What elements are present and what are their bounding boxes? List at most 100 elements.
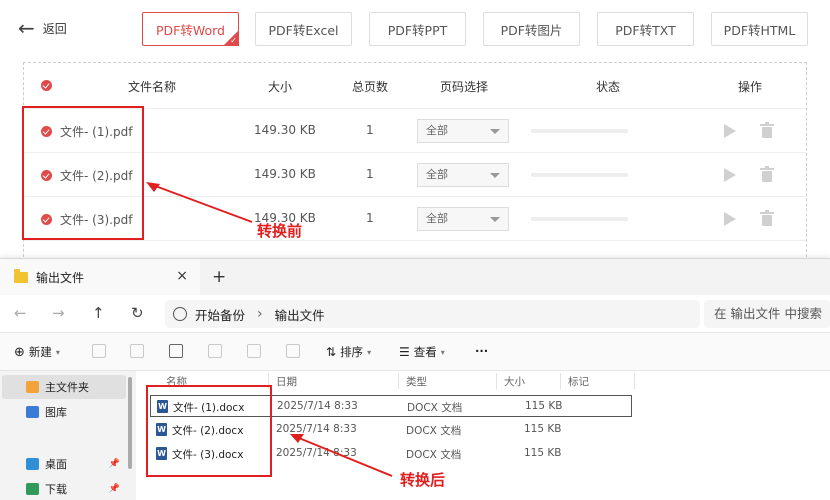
file-type: DOCX 文档 — [407, 402, 463, 414]
file-pages: 1 — [366, 167, 374, 181]
column-date[interactable]: 日期 — [276, 374, 297, 389]
annotation-box-before — [22, 106, 144, 240]
file-date: 2025/7/14 8:33 — [277, 400, 358, 412]
copy-icon[interactable] — [130, 344, 144, 358]
back-label: 返回 — [42, 21, 67, 36]
explorer-tab[interactable]: 输出文件 × — [0, 259, 200, 295]
header-status: 状态 — [596, 80, 621, 94]
sidebar-item-gallery[interactable]: 图库 — [2, 400, 126, 424]
tab-label: PDF转图片 — [500, 22, 563, 38]
header-action: 操作 — [738, 80, 763, 94]
file-type: DOCX 文档 — [406, 449, 462, 461]
play-icon[interactable] — [724, 168, 736, 182]
delete-icon[interactable] — [286, 344, 300, 358]
screenshot-root: ← 返回 PDF转Word ✓ PDF转Excel PDF转PPT PDF转图片… — [0, 0, 830, 500]
pin-icon[interactable]: 📌 — [109, 484, 120, 494]
column-divider — [560, 373, 561, 389]
check-icon: ✓ — [230, 36, 237, 45]
file-size: 149.30 KB — [254, 123, 316, 137]
page-select-value: 全部 — [426, 212, 448, 225]
select-all-checkbox[interactable] — [41, 80, 52, 91]
refresh-icon[interactable]: ↻ — [131, 304, 144, 322]
paste-icon[interactable] — [169, 344, 183, 358]
view-icon: ☰ — [399, 345, 410, 359]
file-type: DOCX 文档 — [406, 425, 462, 437]
tab-pdf-to-image[interactable]: PDF转图片 — [483, 12, 580, 46]
tab-pdf-to-html[interactable]: PDF转HTML — [711, 12, 808, 46]
status-progress-bar — [531, 173, 628, 177]
view-button[interactable]: ☰ 查看 ▾ — [399, 344, 445, 360]
play-icon[interactable] — [724, 212, 736, 226]
search-input[interactable]: 在 输出文件 中搜索 — [704, 300, 830, 328]
column-size[interactable]: 大小 — [504, 374, 525, 389]
sort-button[interactable]: ⇅ 排序 ▾ — [326, 344, 371, 360]
forward-nav-icon[interactable]: → — [52, 304, 65, 322]
file-size: 115 KB — [524, 447, 562, 459]
sidebar-item-home[interactable]: 主文件夹 — [2, 375, 126, 399]
breadcrumb-item[interactable]: 输出文件 — [275, 305, 325, 324]
chevron-down-icon: ▾ — [367, 347, 372, 357]
rename-icon[interactable] — [208, 344, 222, 358]
new-tab-button[interactable]: + — [212, 267, 226, 287]
header-name: 文件名称 — [128, 80, 177, 94]
sidebar-item-label: 桌面 — [45, 458, 67, 471]
sidebar-item-downloads[interactable]: 下载 📌 — [2, 477, 126, 500]
header-size: 大小 — [268, 80, 293, 94]
address-bar-row: ← → ↑ ↻ 开始备份 › 输出文件 在 输出文件 中搜索 — [0, 295, 830, 333]
chevron-down-icon — [490, 217, 500, 222]
status-progress-bar — [531, 129, 628, 133]
page-select-dropdown[interactable]: 全部 — [417, 163, 509, 187]
page-select-value: 全部 — [426, 124, 448, 137]
annotation-before-label: 转换前 — [257, 222, 303, 240]
more-options-button[interactable]: ··· — [475, 344, 488, 358]
explorer-tab-title: 输出文件 — [36, 270, 85, 285]
file-size: 149.30 KB — [254, 167, 316, 181]
trash-icon[interactable] — [760, 122, 774, 138]
new-button[interactable]: ⊕ 新建 ▾ — [14, 344, 60, 360]
header-page-select: 页码选择 — [440, 80, 489, 94]
up-nav-icon[interactable]: ↑ — [92, 304, 105, 322]
trash-icon[interactable] — [760, 210, 774, 226]
tab-pdf-to-txt[interactable]: PDF转TXT — [597, 12, 694, 46]
sidebar-item-label: 图库 — [45, 406, 67, 419]
sidebar-item-label: 主文件夹 — [45, 381, 89, 394]
annotation-box-after — [146, 385, 272, 477]
column-tags[interactable]: 标记 — [568, 374, 589, 389]
play-icon[interactable] — [724, 124, 736, 138]
page-select-dropdown[interactable]: 全部 — [417, 119, 509, 143]
column-type[interactable]: 类型 — [406, 374, 427, 389]
page-select-dropdown[interactable]: 全部 — [417, 207, 509, 231]
back-button[interactable]: ← 返回 — [18, 18, 67, 38]
tab-pdf-to-ppt[interactable]: PDF转PPT — [369, 12, 466, 46]
view-label: 查看 — [413, 345, 437, 359]
status-progress-bar — [531, 217, 628, 221]
annotation-after-label: 转换后 — [400, 471, 446, 489]
back-arrow-icon: ← — [18, 16, 35, 40]
desktop-icon — [26, 458, 39, 470]
tab-pdf-to-word[interactable]: PDF转Word ✓ — [142, 12, 239, 46]
cut-icon[interactable] — [92, 344, 106, 358]
home-icon — [173, 307, 187, 321]
sidebar-item-desktop[interactable]: 桌面 📌 — [2, 452, 126, 476]
close-icon[interactable]: × — [176, 268, 188, 284]
column-divider — [496, 373, 497, 389]
column-divider — [634, 373, 635, 389]
sidebar-scrollbar[interactable] — [128, 377, 132, 469]
tab-pdf-to-excel[interactable]: PDF转Excel — [255, 12, 352, 46]
address-bar[interactable]: 开始备份 › 输出文件 — [165, 300, 700, 328]
breadcrumb-item[interactable]: 开始备份 — [195, 305, 245, 324]
new-label: 新建 — [28, 345, 52, 359]
trash-icon[interactable] — [760, 166, 774, 182]
converter-header: ← 返回 PDF转Word ✓ PDF转Excel PDF转PPT PDF转图片… — [0, 0, 830, 60]
home-folder-icon — [26, 381, 39, 393]
share-icon[interactable] — [247, 344, 261, 358]
file-size: 115 KB — [525, 400, 563, 412]
chevron-down-icon: ▾ — [55, 347, 60, 357]
table-header: 文件名称 大小 总页数 页码选择 状态 操作 — [24, 63, 806, 109]
navigation-pane: 主文件夹 图库 桌面 📌 下载 📌 — [0, 371, 132, 500]
page-select-value: 全部 — [426, 168, 448, 181]
back-nav-icon[interactable]: ← — [14, 304, 27, 322]
download-icon — [26, 483, 39, 495]
annotation-arrow-icon — [146, 182, 253, 223]
pin-icon[interactable]: 📌 — [109, 459, 120, 469]
